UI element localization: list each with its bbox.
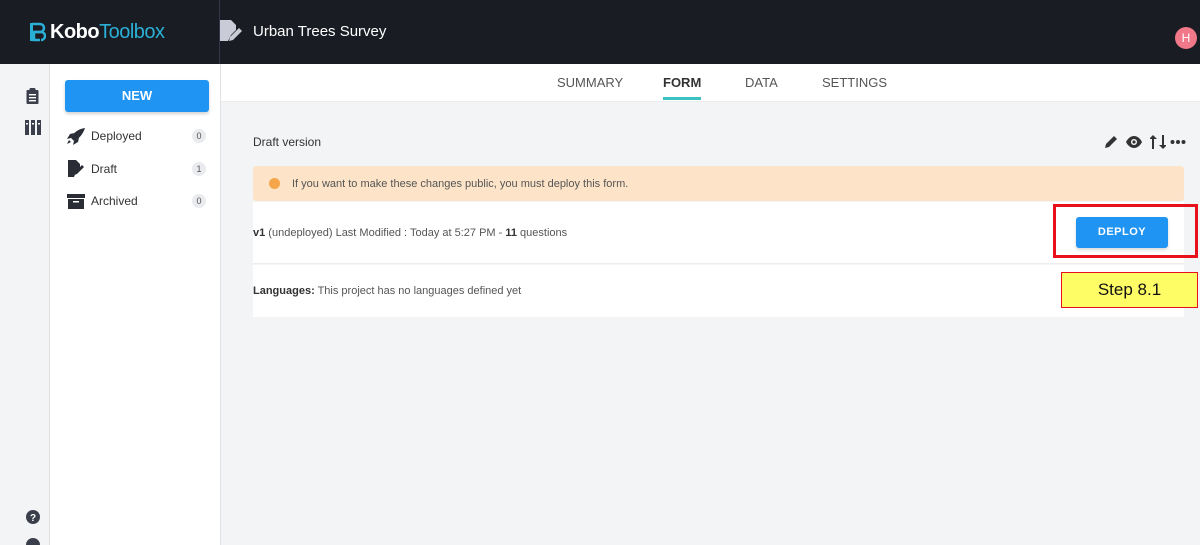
version-info: v1 (undeployed) Last Modified : Today at… — [253, 227, 567, 239]
languages-row: Languages: This project has no languages… — [253, 265, 1184, 317]
sidebar-item-label: Draft — [91, 162, 118, 176]
logo-toolbox-text: Toolbox — [99, 20, 165, 43]
step-callout: Step 8.1 — [1061, 272, 1198, 308]
warning-icon — [269, 178, 280, 189]
clipboard-icon[interactable] — [26, 88, 39, 104]
version-status: (undeployed) Last Modified : Today at 5:… — [265, 227, 506, 239]
alert-text: If you want to make these changes public… — [292, 177, 629, 190]
top-bar: KoboToolbox Urban Trees Survey H — [0, 0, 1200, 64]
sidebar: NEW Deployed 0 Draft 1 Archived 0 — [50, 64, 221, 545]
draft-icon — [68, 160, 84, 177]
count-badge: 0 — [192, 129, 206, 143]
more-rail-icon[interactable] — [26, 538, 40, 545]
svg-text:?: ? — [30, 513, 36, 524]
kobo-logo-icon — [30, 22, 46, 42]
preview-eye-icon[interactable] — [1125, 134, 1143, 150]
edit-icon[interactable] — [1103, 134, 1119, 150]
tab-settings[interactable]: SETTINGS — [822, 64, 887, 102]
more-options-icon[interactable] — [1170, 134, 1186, 150]
sidebar-item-archived[interactable]: Archived 0 — [66, 191, 211, 211]
deploy-warning-alert: If you want to make these changes public… — [253, 166, 1184, 201]
help-icon[interactable]: ? — [26, 510, 40, 524]
library-icon[interactable] — [25, 119, 41, 135]
sidebar-item-draft[interactable]: Draft 1 — [66, 159, 211, 179]
question-count: 11 — [505, 227, 517, 239]
count-badge: 1 — [192, 162, 206, 176]
logo[interactable]: KoboToolbox — [0, 0, 220, 64]
sidebar-item-label: Archived — [91, 194, 138, 208]
tab-data[interactable]: DATA — [745, 64, 778, 102]
sidebar-item-deployed[interactable]: Deployed 0 — [66, 126, 211, 146]
version-number: v1 — [253, 227, 266, 239]
logo-kobo-text: Kobo — [50, 20, 100, 43]
languages-label: Languages: — [253, 285, 315, 297]
deploy-highlight-box — [1053, 204, 1198, 258]
sidebar-item-label: Deployed — [91, 129, 142, 143]
archive-icon — [67, 194, 85, 209]
project-title: Urban Trees Survey — [253, 23, 387, 40]
draft-form-icon — [220, 20, 242, 41]
version-row: v1 (undeployed) Last Modified : Today at… — [253, 202, 1184, 264]
tab-summary[interactable]: SUMMARY — [557, 64, 623, 102]
languages-text: This project has no languages defined ye… — [314, 285, 522, 297]
draft-version-label: Draft version — [253, 135, 322, 149]
rocket-icon — [67, 128, 85, 145]
count-badge: 0 — [192, 194, 206, 208]
icon-rail: ? — [0, 64, 50, 545]
replace-form-icon[interactable] — [1150, 134, 1166, 150]
new-button[interactable]: NEW — [65, 80, 209, 112]
user-avatar[interactable]: H — [1175, 27, 1197, 49]
question-suffix: questions — [517, 227, 568, 239]
tab-form[interactable]: FORM — [663, 64, 702, 102]
languages-info: Languages: This project has no languages… — [253, 285, 521, 297]
project-tabs: SUMMARY FORM DATA SETTINGS — [221, 64, 1200, 102]
